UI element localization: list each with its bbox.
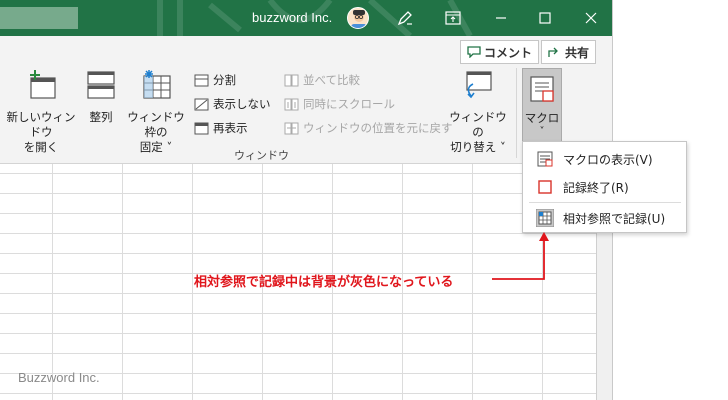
arrange-button[interactable]: 整列 <box>82 70 120 125</box>
side-by-side-button[interactable]: 並べて比較 <box>284 72 360 88</box>
menu-item-view-macros[interactable]: マクロの表示(V) <box>523 145 686 173</box>
arrange-icon <box>87 71 115 99</box>
title-bar: buzzword Inc. <box>0 0 612 36</box>
menu-separator <box>529 202 681 203</box>
user-name: buzzword Inc. <box>252 10 333 25</box>
macro-icon <box>530 76 554 102</box>
reset-position-label: ウィンドウの位置を元に戻す <box>303 121 453 135</box>
macro-menu: マクロの表示(V) 記録終了(R) 相対参照で記録(U) <box>522 141 687 233</box>
reset-position-icon <box>284 122 299 134</box>
view-macros-label: マクロの表示(V) <box>563 152 653 167</box>
switch-window-button[interactable]: ウィンドウの 切り替え ˅ <box>446 70 510 155</box>
annotation-text: 相対参照で記録中は背景が灰色になっている <box>194 275 454 290</box>
comment-icon <box>467 46 481 58</box>
new-window-button[interactable]: 新しいウィンドウ を開く <box>2 70 80 155</box>
unhide-label: 再表示 <box>213 121 248 135</box>
comment-button[interactable]: コメント <box>460 40 540 64</box>
split-icon <box>194 74 209 86</box>
freeze-panes-icon <box>143 70 171 99</box>
hide-button[interactable]: 表示しない <box>194 96 271 112</box>
menu-item-stop-recording[interactable]: 記録終了(R) <box>523 173 686 201</box>
switch-window-label-2: 切り替え ˅ <box>450 140 506 154</box>
freeze-label-2: 固定 ˅ <box>139 140 173 154</box>
brand-watermark: Buzzword Inc. <box>18 370 100 385</box>
side-by-side-label: 並べて比較 <box>303 73 361 87</box>
menu-item-relative-reference[interactable]: 相対参照で記録(U) <box>523 204 686 232</box>
stop-recording-label: 記録終了(R) <box>563 180 629 195</box>
switch-window-icon <box>466 71 492 99</box>
new-window-icon <box>30 70 56 99</box>
sync-scroll-label: 同時にスクロール <box>303 97 395 111</box>
freeze-panes-button[interactable]: ウィンドウ枠の 固定 ˅ <box>122 70 190 155</box>
sync-scroll-icon <box>284 98 299 110</box>
freeze-label-1: ウィンドウ枠の <box>127 110 185 139</box>
share-label: 共有 <box>565 45 590 60</box>
minimize-icon[interactable] <box>480 0 522 36</box>
maximize-icon[interactable] <box>524 0 566 36</box>
view-macros-icon <box>537 151 553 167</box>
arrange-label: 整列 <box>89 110 113 124</box>
side-by-side-icon <box>284 74 299 86</box>
unhide-icon <box>194 122 209 134</box>
avatar[interactable] <box>347 7 369 29</box>
close-icon[interactable] <box>570 0 612 36</box>
pen-icon[interactable] <box>384 0 426 36</box>
stop-recording-icon <box>538 180 552 194</box>
new-window-label-1: 新しいウィンドウ <box>6 110 76 139</box>
relative-reference-icon <box>536 209 554 227</box>
share-icon <box>548 47 558 57</box>
hide-label: 表示しない <box>213 97 271 111</box>
macro-label: マクロ <box>524 111 560 125</box>
share-button[interactable]: 共有 <box>541 40 597 64</box>
unhide-button[interactable]: 再表示 <box>194 120 248 136</box>
split-label: 分割 <box>213 73 236 87</box>
group-separator <box>516 68 517 158</box>
new-window-label-2: を開く <box>23 140 59 154</box>
ribbon: コメント 共有 新しいウィンドウ を開く 整列 ウィンドウ枠の 固定 ˅ 分割 … <box>0 36 612 164</box>
split-button[interactable]: 分割 <box>194 72 236 88</box>
macro-dropdown-caret: ˅ <box>539 126 545 137</box>
comment-label: コメント <box>484 45 533 60</box>
search-box[interactable] <box>0 7 78 29</box>
reset-position-button[interactable]: ウィンドウの位置を元に戻す <box>284 120 453 136</box>
relative-reference-label: 相対参照で記録(U) <box>563 211 666 226</box>
switch-window-label-1: ウィンドウの <box>449 110 507 139</box>
sync-scroll-button[interactable]: 同時にスクロール <box>284 96 395 112</box>
ribbon-display-icon[interactable] <box>432 0 474 36</box>
hide-icon <box>194 98 209 110</box>
window-group-label: ウィンドウ <box>234 149 289 162</box>
